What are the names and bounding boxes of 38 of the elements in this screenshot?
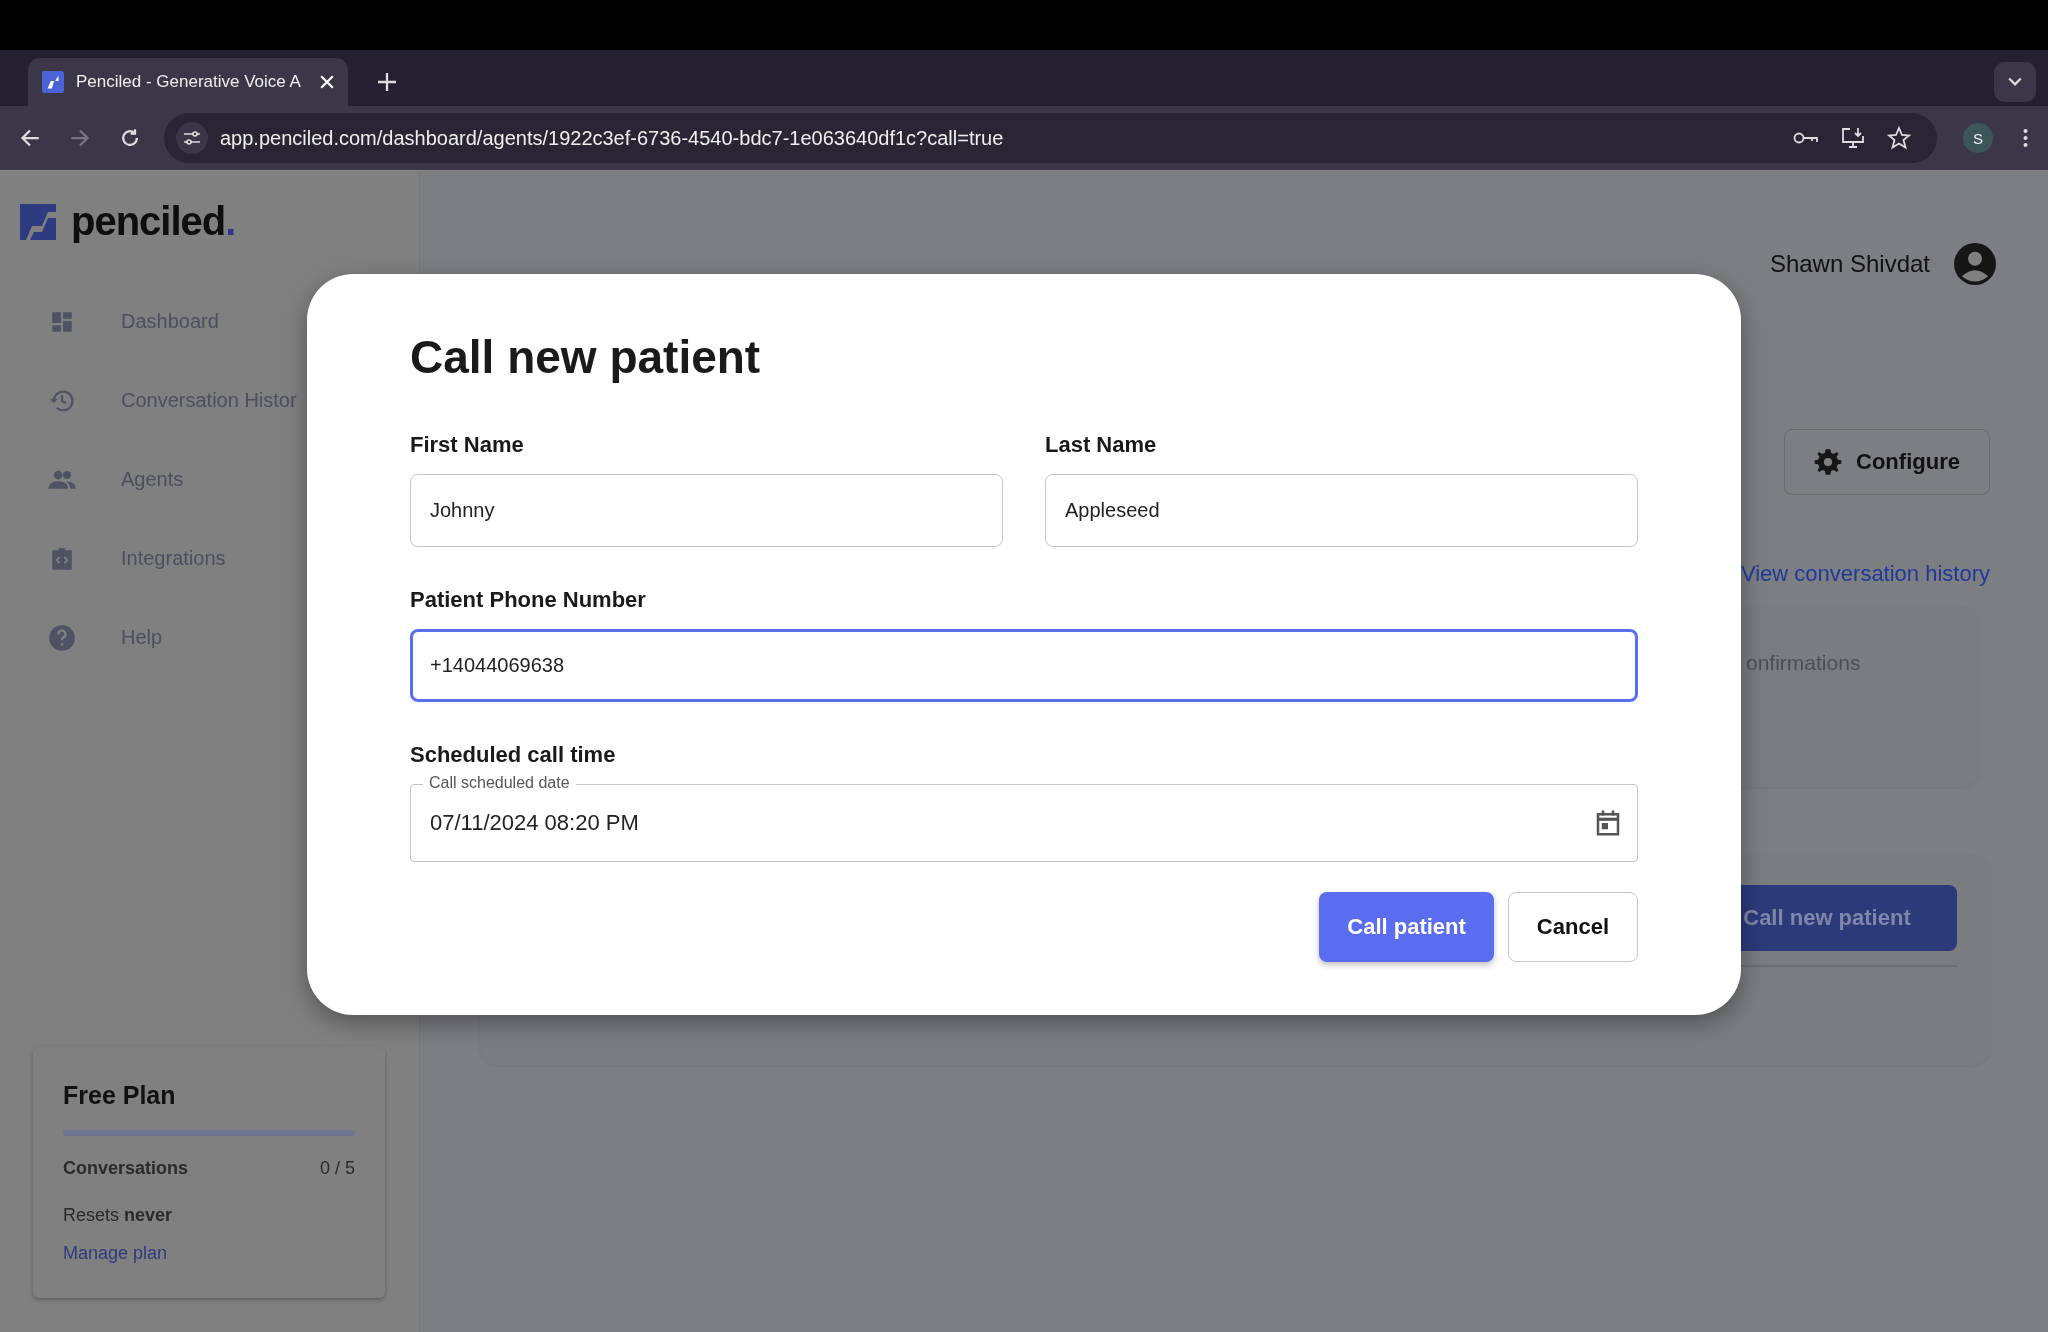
- reload-icon[interactable]: [120, 128, 140, 148]
- site-settings-icon[interactable]: [176, 122, 208, 154]
- install-icon[interactable]: [1841, 127, 1865, 149]
- help-icon: [46, 623, 78, 652]
- usage-count: 0 / 5: [319, 1158, 355, 1179]
- key-icon[interactable]: [1793, 131, 1819, 145]
- manage-plan-link[interactable]: Manage plan: [63, 1243, 355, 1264]
- phone-field[interactable]: +14044069638: [410, 629, 1638, 702]
- logo-icon: [20, 203, 56, 240]
- plus-icon[interactable]: [378, 73, 396, 91]
- star-icon[interactable]: [1887, 126, 1911, 150]
- dialog-title: Call new patient: [410, 330, 762, 384]
- profile-avatar[interactable]: S: [1963, 123, 1993, 153]
- back-icon[interactable]: [20, 128, 40, 148]
- field-label: Last Name: [1045, 432, 1158, 458]
- text-field[interactable]: Appleseed: [1045, 474, 1638, 547]
- field-label: Scheduled call time: [410, 742, 617, 768]
- usage-label: Conversations: [63, 1158, 189, 1179]
- text-field[interactable]: Johnny: [410, 474, 1003, 547]
- cancel-button[interactable]: Cancel: [1507, 892, 1638, 962]
- user-avatar-icon[interactable]: [1954, 243, 1996, 285]
- plan-title: Free Plan: [63, 1081, 177, 1110]
- pencil-logo-icon: [42, 71, 64, 93]
- field-label: First Name: [410, 432, 525, 458]
- caret-down-icon: [2008, 77, 2022, 87]
- close-icon[interactable]: [320, 75, 334, 89]
- user-name: Shawn Shivdat: [1769, 250, 1930, 278]
- reset-info: Resets never: [63, 1205, 174, 1226]
- menu-icon[interactable]: [2023, 128, 2028, 148]
- conversation-history-link[interactable]: View conversation history: [1740, 561, 1990, 587]
- logo-wordmark: penciled.: [71, 199, 236, 244]
- address-bar[interactable]: app.penciled.com/dashboard/agents/1922c3ef-6736-4540-bdc7-1e063640df1c?call=true: [164, 113, 1937, 163]
- call-patient-button[interactable]: Call patient: [1319, 892, 1494, 962]
- configure-button[interactable]: Configure: [1784, 429, 1990, 495]
- tab-list-button[interactable]: [1994, 62, 2036, 102]
- field-label: Patient Phone Number: [410, 587, 647, 613]
- settings-icon: [1814, 448, 1843, 476]
- browser-tab[interactable]: Penciled - Generative Voice A: [28, 58, 348, 106]
